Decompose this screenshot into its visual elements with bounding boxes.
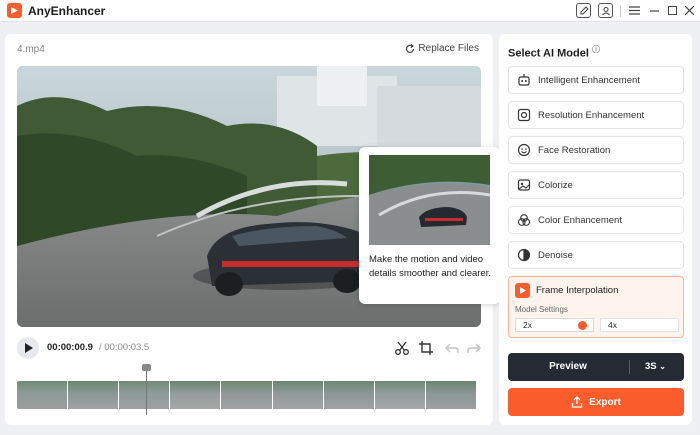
model-tooltip: Make the motion and video details smooth… <box>359 147 500 304</box>
title-bar: AnyEnhancer <box>0 0 700 22</box>
face-icon <box>517 143 531 157</box>
model-label: Intelligent Enhancement <box>538 74 640 86</box>
info-icon[interactable]: ⓘ <box>592 45 600 54</box>
timeline-frame <box>221 381 273 409</box>
cut-icon[interactable] <box>394 340 410 356</box>
check-icon <box>578 321 587 330</box>
titlebar-divider <box>620 5 621 17</box>
model-intelligent-enhancement[interactable]: Intelligent Enhancement <box>508 66 684 94</box>
menu-icon[interactable] <box>627 3 641 17</box>
model-panel: Select AI Model ⓘ Intelligent Enhancemen… <box>499 34 692 425</box>
playhead-handle[interactable] <box>142 364 151 371</box>
file-name: 4.mp4 <box>17 44 45 55</box>
timeline-frame <box>323 381 375 409</box>
model-frame-interpolation[interactable]: Frame Interpolation Model Settings 2x 4x <box>508 276 684 338</box>
model-denoise[interactable]: Denoise <box>508 241 684 269</box>
timeline-strip[interactable] <box>17 381 477 409</box>
frame-interpolation-header: Frame Interpolation <box>515 283 618 298</box>
option-2x-label: 2x <box>523 320 532 330</box>
minimize-icon[interactable] <box>647 3 661 17</box>
timeline-frame <box>119 381 171 409</box>
denoise-icon <box>517 248 531 262</box>
model-label: Color Enhancement <box>538 214 622 226</box>
replace-files-label: Replace Files <box>418 43 479 54</box>
timeline-frame <box>272 381 324 409</box>
timeline-frame <box>170 381 222 409</box>
timeline-frame <box>68 381 120 409</box>
resolution-icon <box>517 108 531 122</box>
preview-duration-select[interactable]: 3S ⌄ <box>645 361 666 372</box>
total-time: / 00:00:03.5 <box>99 342 150 353</box>
playhead[interactable] <box>146 367 147 415</box>
model-label: Face Restoration <box>538 144 611 156</box>
model-color-enhancement[interactable]: Color Enhancement <box>508 206 684 234</box>
model-label: Denoise <box>538 249 573 261</box>
tooltip-description: Make the motion and video details smooth… <box>369 254 491 279</box>
export-label: Export <box>589 396 621 408</box>
color-icon <box>517 214 531 226</box>
model-settings-label: Model Settings <box>515 305 568 314</box>
export-icon <box>572 396 583 408</box>
editor-panel: 4.mp4 Replace Files Make the motion and … <box>5 34 500 425</box>
preview-duration-value: 3S <box>645 361 657 372</box>
frame-interpolation-label: Frame Interpolation <box>536 285 619 296</box>
timeline-frame <box>425 381 477 409</box>
account-icon[interactable] <box>598 3 613 18</box>
colorize-icon <box>517 179 531 191</box>
timeline-frame <box>17 381 69 409</box>
feedback-icon[interactable] <box>576 3 591 18</box>
robot-icon <box>518 74 530 86</box>
frame-interpolation-icon <box>515 283 530 298</box>
preview-button[interactable]: Preview 3S ⌄ <box>508 353 684 381</box>
option-4x[interactable]: 4x <box>600 318 679 332</box>
option-2x[interactable]: 2x <box>515 318 594 332</box>
chevron-down-icon: ⌄ <box>659 362 666 371</box>
export-button[interactable]: Export <box>508 388 684 416</box>
undo-icon[interactable] <box>444 340 460 356</box>
model-label: Colorize <box>538 179 573 191</box>
preview-divider <box>629 360 630 374</box>
model-label: Resolution Enhancement <box>538 109 645 121</box>
model-resolution-enhancement[interactable]: Resolution Enhancement <box>508 101 684 129</box>
model-panel-title-text: Select AI Model <box>508 47 589 60</box>
tooltip-preview-image <box>369 155 490 245</box>
model-panel-title: Select AI Model ⓘ <box>508 44 600 60</box>
model-face-restoration[interactable]: Face Restoration <box>508 136 684 164</box>
current-time: 00:00:00.9 <box>47 342 93 353</box>
refresh-icon <box>406 43 415 53</box>
app-title: AnyEnhancer <box>28 4 106 18</box>
replace-files-button[interactable]: Replace Files <box>405 43 479 54</box>
redo-icon[interactable] <box>466 340 482 356</box>
crop-icon[interactable] <box>418 340 434 356</box>
timeline-frame <box>374 381 426 409</box>
model-colorize[interactable]: Colorize <box>508 171 684 199</box>
maximize-icon[interactable] <box>665 3 679 17</box>
play-button[interactable] <box>17 337 39 359</box>
app-logo-icon <box>7 3 22 18</box>
preview-label: Preview <box>549 361 587 372</box>
close-icon[interactable] <box>682 3 696 17</box>
playback-controls: 00:00:00.9 / 00:00:03.5 <box>17 337 481 359</box>
option-4x-label: 4x <box>608 320 617 330</box>
